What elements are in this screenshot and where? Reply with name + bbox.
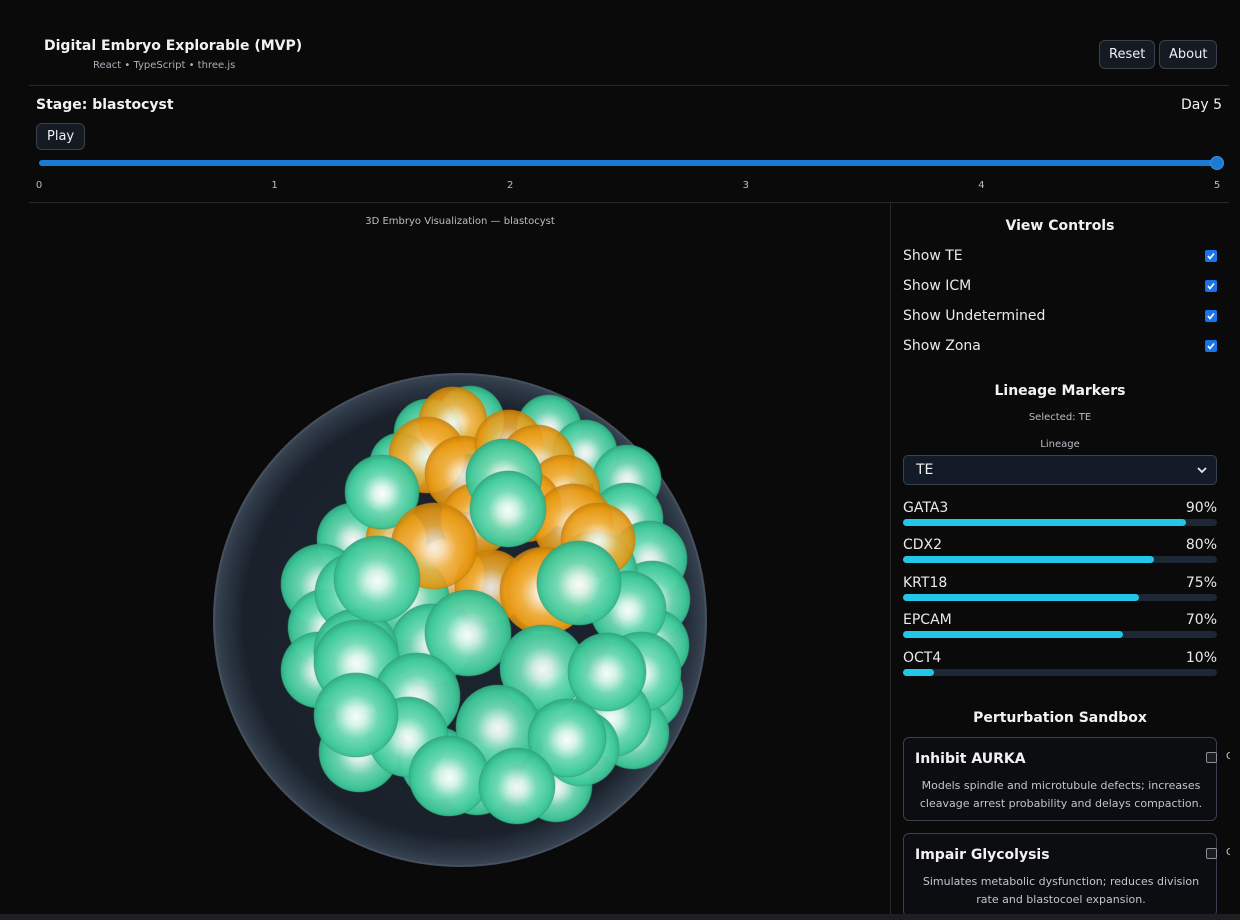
play-button[interactable]: Play [36, 123, 86, 150]
glycolysis-checkbox[interactable] [1206, 848, 1217, 859]
day-label: Day 5 [1180, 97, 1222, 113]
about-button[interactable]: About [1159, 40, 1218, 69]
marker-percent: 80% [1185, 537, 1217, 553]
te-cell [478, 747, 556, 825]
stage-slider-ticks: 0 1 2 3 4 5 [35, 180, 1221, 192]
marker-bar-fill [903, 556, 1155, 563]
show-undetermined-checkbox[interactable] [1205, 310, 1217, 322]
marker-bar-track [903, 669, 1217, 676]
toggle-show-zona[interactable]: Show Zona [903, 336, 1217, 356]
stage-label: Stage: blastocyst [36, 97, 174, 113]
marker-percent: 90% [1185, 500, 1217, 516]
toggle-label: Show Zona [903, 338, 981, 354]
marker-name: OCT4 [903, 650, 942, 666]
toggle-label: Show Undetermined [903, 308, 1046, 324]
marker-gata3: GATA3 90% [903, 500, 1217, 532]
marker-percent: 70% [1185, 612, 1217, 628]
perturbation-card-aurka: Inhibit AURKA Off Models spindle and mic… [903, 737, 1230, 821]
selected-lineage-text: Selected: TE [1028, 412, 1092, 423]
bottom-scrollbar-edge [0, 914, 1240, 920]
show-te-checkbox[interactable] [1205, 250, 1217, 262]
marker-krt18: KRT18 75% [903, 575, 1217, 607]
marker-bar-track [903, 594, 1217, 601]
marker-name: EPCAM [903, 612, 952, 628]
toggle-label: Show ICM [903, 278, 972, 294]
marker-name: CDX2 [903, 537, 943, 553]
toggle-show-undetermined[interactable]: Show Undetermined [903, 306, 1217, 326]
te-cell [408, 735, 490, 817]
side-panel: View Controls Show TE Show ICM Show Unde… [892, 203, 1230, 914]
slider-tick-label: 3 [742, 180, 749, 191]
marker-name: KRT18 [903, 575, 948, 591]
marker-cdx2: CDX2 80% [903, 537, 1217, 569]
lineage-select-label: Lineage [1040, 439, 1080, 450]
marker-bar-fill [903, 594, 1139, 601]
slider-tick-label: 0 [35, 180, 43, 191]
show-icm-checkbox[interactable] [1205, 280, 1217, 292]
marker-name: GATA3 [903, 500, 949, 516]
stage-slider-fill [39, 160, 1217, 166]
slider-tick-label: 5 [1213, 180, 1221, 191]
perturbation-card-glycolysis: Impair Glycolysis Off Simulates metaboli… [903, 833, 1230, 914]
app-title: Digital Embryo Explorable (MVP) [44, 38, 303, 54]
lineage-markers-title: Lineage Markers [994, 383, 1126, 399]
chevron-down-icon [1197, 467, 1207, 474]
lineage-select[interactable]: TE [903, 455, 1217, 485]
app-header: Digital Embryo Explorable (MVP) React • … [29, 28, 1229, 86]
marker-epcam: EPCAM 70% [903, 612, 1217, 644]
marker-bar-track [903, 556, 1217, 563]
marker-bar-fill [903, 631, 1123, 638]
perturbation-card-description: Models spindle and microtubule defects; … [919, 779, 1203, 810]
slider-tick-label: 4 [978, 180, 985, 191]
embryo-canvas[interactable] [29, 203, 891, 914]
perturbation-card-title: Inhibit AURKA [915, 751, 1026, 767]
aurka-checkbox[interactable] [1206, 752, 1217, 763]
slider-tick-label: 1 [271, 180, 278, 191]
lineage-select-value: TE [916, 462, 934, 478]
reset-button[interactable]: Reset [1099, 40, 1156, 69]
te-cell [333, 535, 421, 623]
marker-bar-fill [903, 669, 935, 676]
marker-bar-fill [903, 519, 1186, 526]
perturbation-card-description: Simulates metabolic dysfunction; reduces… [922, 875, 1200, 906]
app-subtitle: React • TypeScript • three.js [93, 60, 236, 71]
toggle-state-label: Off [1226, 847, 1230, 858]
marker-oct4: OCT4 10% [903, 650, 1217, 682]
slider-tick-label: 2 [507, 180, 514, 191]
embryo-viewport[interactable]: 3D Embryo Visualization — blastocyst [29, 203, 891, 914]
perturbation-card-title: Impair Glycolysis [915, 847, 1050, 863]
perturbation-title: Perturbation Sandbox [973, 710, 1147, 726]
te-cell [469, 470, 547, 548]
show-zona-checkbox[interactable] [1205, 340, 1217, 352]
stage-timeline: Stage: blastocyst Day 5 Play 0 1 2 3 4 5 [29, 86, 1229, 203]
te-cell [567, 632, 647, 712]
te-cell [536, 540, 622, 626]
toggle-show-te[interactable]: Show TE [903, 246, 1217, 266]
toggle-state-label: Off [1226, 751, 1230, 762]
view-controls-title: View Controls [1005, 218, 1115, 234]
marker-bar-track [903, 519, 1217, 526]
stage-slider-thumb[interactable] [1210, 156, 1224, 170]
te-cell [313, 672, 399, 758]
toggle-show-icm[interactable]: Show ICM [903, 276, 1217, 296]
marker-percent: 75% [1185, 575, 1217, 591]
toggle-label: Show TE [903, 248, 963, 264]
marker-percent: 10% [1185, 650, 1217, 666]
stage-slider[interactable] [39, 156, 1224, 170]
marker-bar-track [903, 631, 1217, 638]
